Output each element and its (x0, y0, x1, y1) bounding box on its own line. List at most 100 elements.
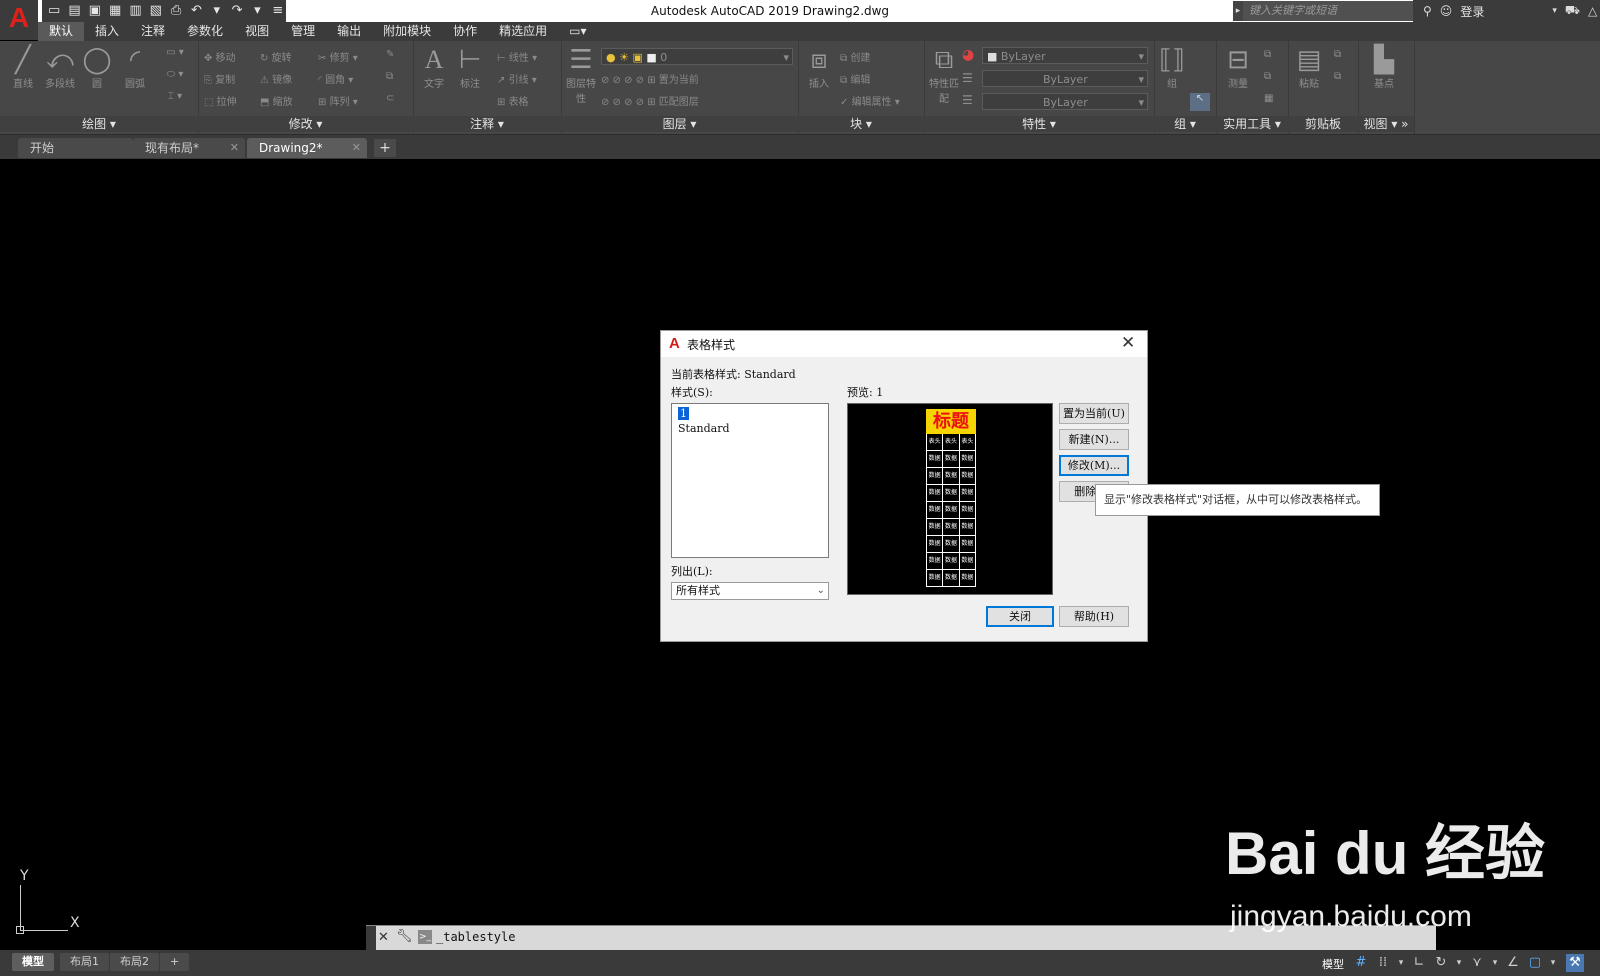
list-item-style-1[interactable]: 1 (678, 407, 689, 420)
print-icon[interactable]: ⎙ (168, 2, 184, 20)
linetype-icon[interactable]: ☰ (962, 93, 973, 107)
login-link[interactable]: 登录 (1460, 3, 1484, 20)
fillet-button[interactable]: ◜ 圆角 ▾ (318, 71, 353, 86)
file-tab-existing-layout[interactable]: 现有布局* ✕ (133, 138, 245, 158)
scale-button[interactable]: ⬒ 缩放 (260, 93, 293, 108)
panel-title-utilities[interactable]: 实用工具 ▾ (1216, 116, 1288, 132)
modify-style-button[interactable]: 修改(M)... (1059, 455, 1129, 476)
tab-default[interactable]: 默认 (38, 22, 85, 41)
close-button[interactable]: 关闭 (986, 606, 1054, 627)
layout-tab-layout1[interactable]: 布局1 (60, 953, 109, 971)
panel-title-properties[interactable]: 特性 ▾ (924, 116, 1154, 132)
layout-tab-layout2[interactable]: 布局2 (110, 953, 159, 971)
styles-listbox[interactable]: 1 Standard (671, 403, 829, 558)
tab-insert[interactable]: 插入 (84, 22, 130, 41)
command-input[interactable]: _tablestyle (436, 930, 515, 944)
new-file-icon[interactable]: ▭ (46, 2, 62, 20)
panel-title-annotate[interactable]: 注释 ▾ (413, 116, 561, 132)
autodesk-icon[interactable]: △ (1588, 4, 1597, 18)
open-folder-icon[interactable]: ▤ (66, 2, 82, 20)
close-icon[interactable]: ✕ (378, 930, 389, 945)
publish-icon[interactable]: ▥ (127, 2, 143, 20)
list-filter-select[interactable]: 所有样式 ⌄ (671, 582, 829, 600)
move-button[interactable]: ✥ 移动 (204, 49, 236, 64)
dialog-close-icon[interactable]: ✕ (1121, 333, 1135, 353)
copy-clip-icon[interactable]: ⧉ (1334, 71, 1341, 82)
grid-icon[interactable]: # (1352, 954, 1370, 972)
search-input[interactable]: 键入关键字或短语 (1243, 1, 1413, 21)
layout-tab-model[interactable]: 模型 (12, 953, 54, 971)
set-current-button[interactable]: 置为当前(U) (1059, 403, 1129, 424)
table-button[interactable]: ⊞ 表格 (497, 93, 529, 108)
erase-icon[interactable]: ✎ (386, 49, 394, 60)
layer-tools-row2[interactable]: ⊘ ⊘ ⊘ ⊘ ⊞ 匹配图层 (601, 93, 699, 108)
rotate-button[interactable]: ↻ 旋转 (260, 49, 292, 64)
snap-dropdown-icon[interactable]: ▾ (1392, 954, 1410, 972)
tab-featured-apps[interactable]: 精选应用 (488, 22, 558, 41)
command-prompt-icon[interactable]: >_ (418, 930, 432, 944)
calculator-icon[interactable]: ▦ (1264, 93, 1273, 104)
panel-title-block[interactable]: 块 ▾ (798, 116, 924, 132)
new-style-button[interactable]: 新建(N)... (1059, 429, 1129, 450)
osnap-dropdown-icon[interactable]: ▾ (1544, 954, 1562, 972)
undo-icon[interactable]: ↶ (188, 2, 204, 20)
redo-dropdown-icon[interactable]: ▾ (249, 2, 265, 20)
line-button[interactable]: ╱ 直线 (8, 45, 38, 90)
command-line-grip[interactable] (366, 926, 376, 950)
panel-title-draw[interactable]: 绘图 ▾ (0, 116, 198, 132)
panel-title-view[interactable]: 视图 ▾ » (1358, 116, 1414, 132)
new-tab-plus-icon[interactable]: + (374, 139, 396, 157)
quick-select-icon[interactable]: ⧉ (1264, 71, 1271, 82)
add-layout-plus-icon[interactable]: + (160, 953, 190, 971)
tab-output[interactable]: 输出 (326, 22, 372, 41)
user-icon[interactable]: ☺ (1440, 4, 1453, 18)
list-item-style-standard[interactable]: Standard (678, 422, 730, 435)
arc-button[interactable]: ◜ 圆弧 (118, 45, 152, 90)
measure-button[interactable]: ⊟ 测量 (1220, 45, 1256, 90)
hatch-icon[interactable]: ⬭ ▾ (160, 69, 190, 80)
layer-tools-row1[interactable]: ⊘ ⊘ ⊘ ⊘ ⊞ 置为当前 (601, 71, 699, 86)
export-icon[interactable]: ▧ (148, 2, 164, 20)
leader-button[interactable]: ↗ 引线 ▾ (497, 71, 537, 86)
cart-icon[interactable]: ⛟ (1565, 3, 1580, 19)
edit-block-button[interactable]: ⧉ 编辑 (840, 71, 870, 86)
tab-collaborate[interactable]: 协作 (442, 22, 488, 41)
isodraft-dropdown-icon[interactable]: ▾ (1486, 954, 1504, 972)
file-tab-drawing2[interactable]: Drawing2* ✕ (247, 138, 367, 158)
lineweight-icon[interactable]: ☰ (962, 71, 973, 85)
wrench-icon[interactable]: 🔧︎ (396, 929, 413, 944)
model-space-toggle[interactable]: 模型 (1322, 956, 1344, 972)
object-snap-icon[interactable]: ▢ (1526, 954, 1544, 972)
object-snap-tracking-icon[interactable]: ∠ (1504, 954, 1522, 972)
close-tab-icon[interactable]: ✕ (352, 138, 361, 158)
color-dropdown[interactable]: ■ ByLayer ▾ (982, 47, 1148, 64)
polyline-button[interactable]: ⤺ 多段线 (40, 45, 80, 90)
layer-properties-button[interactable]: ☰ 图层特性 (565, 45, 597, 105)
tab-addins[interactable]: 附加模块 (372, 22, 442, 41)
panel-title-clipboard[interactable]: 剪贴板 (1288, 116, 1358, 132)
undo-dropdown-icon[interactable]: ▾ (209, 2, 225, 20)
save-icon[interactable]: ▣ (87, 2, 103, 20)
edit-attributes-button[interactable]: ✓ 编辑属性 ▾ (840, 93, 900, 108)
customize-qat-icon[interactable]: ≡ (270, 2, 286, 20)
tab-view[interactable]: 视图 (234, 22, 280, 41)
cut-icon[interactable]: ⧉ (1334, 49, 1341, 60)
linetype-dropdown[interactable]: ByLayer ▾ (982, 93, 1148, 110)
group-select-icon[interactable]: ↖ (1190, 93, 1210, 111)
autocad-app-menu-button[interactable]: A (0, 0, 38, 40)
polar-dropdown-icon[interactable]: ▾ (1450, 954, 1468, 972)
binoculars-icon[interactable]: ⚲ (1423, 4, 1432, 18)
snap-icon[interactable]: ⁞⁞ (1374, 954, 1392, 972)
save-as-icon[interactable]: ▦ (107, 2, 123, 20)
circle-button[interactable]: ◯ 圆 (82, 45, 112, 90)
redo-icon[interactable]: ↷ (229, 2, 245, 20)
tab-annotate[interactable]: 注释 (130, 22, 176, 41)
text-button[interactable]: A 文字 (419, 45, 449, 90)
login-dropdown-icon[interactable]: ▾ (1552, 6, 1557, 16)
paste-button[interactable]: ▤ 粘贴 (1294, 45, 1324, 90)
ortho-icon[interactable]: ∟ (1410, 954, 1428, 972)
ribbon-toggle-icon[interactable]: ▭▾ (558, 22, 597, 41)
create-block-button[interactable]: ⧉ 创建 (840, 49, 870, 64)
isodraft-icon[interactable]: ⋎ (1468, 954, 1486, 972)
match-properties-button[interactable]: ⧉ 特性匹配 (928, 45, 960, 105)
